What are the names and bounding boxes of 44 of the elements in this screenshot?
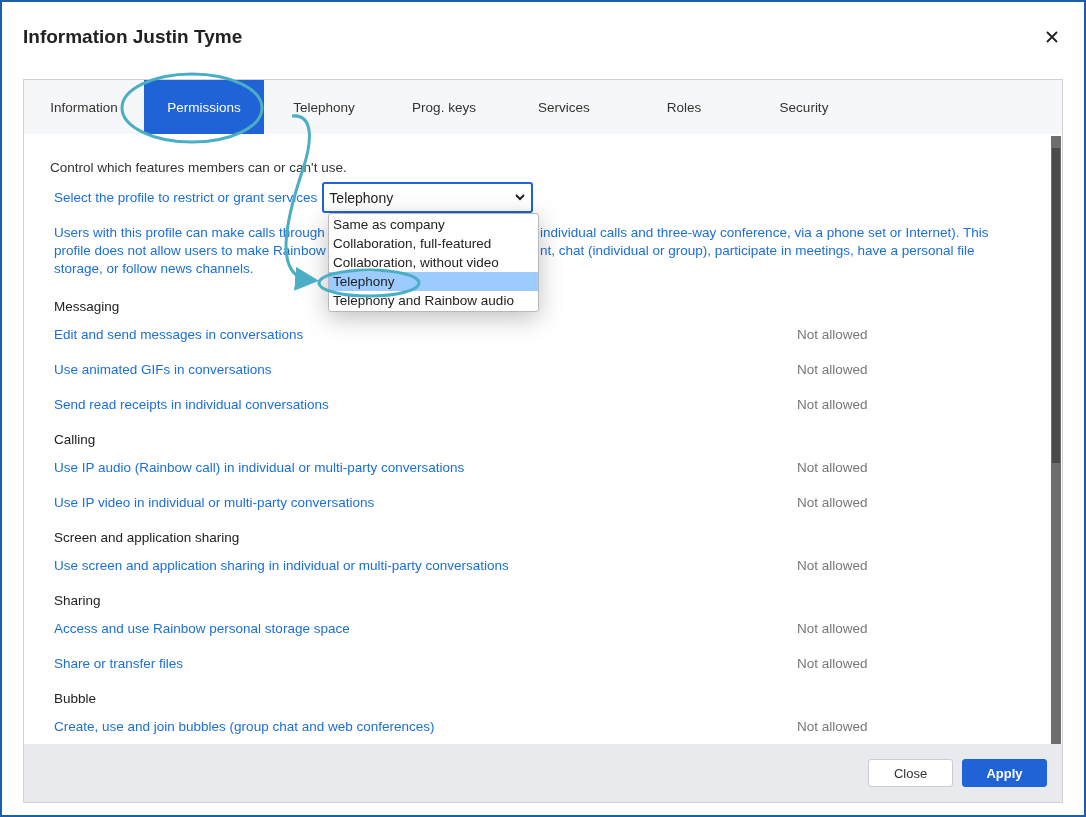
description-text: storage, or follow news channels. [54,260,254,276]
description-text: individual calls and three-way conference, via a phone set or Internet). This [540,224,990,240]
tab[interactable]: Prog. keys [384,80,504,134]
tab[interactable]: Roles [624,80,744,134]
close-button[interactable]: Close [868,759,953,787]
permission-status: Not allowed [797,558,868,573]
permission-status: Not allowed [797,621,868,636]
dropdown-option[interactable]: Telephony and Rainbow audio [329,291,538,310]
permission-status: Not allowed [797,397,868,412]
section-heading: Screen and application sharing [54,529,240,547]
permission-label: Use IP audio (Rainbow call) in individual or multi-party conversations [54,460,466,475]
permission-status: Not allowed [797,460,868,475]
permission-label: Access and use Rainbow personal storage space [54,621,351,636]
permission-status: Not allowed [797,719,868,734]
permission-label: Use animated GIFs in conversations [54,362,273,377]
section-heading: Bubble [54,690,97,708]
permission-label: Edit and send messages in conversations [54,327,305,342]
permission-label: Use IP video in individual or multi-party conversations [54,495,376,510]
dropdown-option[interactable]: Collaboration, without video [329,253,538,272]
dropdown-option[interactable]: Telephony [329,272,538,291]
permission-status: Not allowed [797,656,868,671]
tab[interactable]: Permissions [144,80,264,134]
scrollbar[interactable] [1051,136,1061,744]
tab[interactable]: Security [744,80,864,134]
chevron-down-icon [515,194,526,201]
dialog-title: Information Justin Tyme [23,25,243,48]
dropdown-option[interactable]: Collaboration, full-featured [329,234,538,253]
tab[interactable]: Services [504,80,624,134]
tab[interactable]: Information [24,80,144,134]
permission-label: Create, use and join bubbles (group chat and web conferences) [54,719,436,734]
permission-status: Not allowed [797,362,868,377]
apply-button[interactable]: Apply [962,759,1047,787]
permission-status: Not allowed [797,327,868,342]
section-heading: Messaging [54,298,120,316]
description-text: nt, chat (individual or group), participate in meetings, have a personal file [540,242,976,258]
dropdown-option[interactable]: Same as company [329,215,538,234]
section-heading: Calling [54,431,96,449]
permission-label: Use screen and application sharing in individual or multi-party conversations [54,558,510,573]
permission-label: Share or transfer files [54,656,185,671]
permission-label: Send read receipts in individual conversations [54,397,330,412]
profile-select[interactable]: Telephony [322,182,534,213]
permission-status: Not allowed [797,495,868,510]
section-heading: Sharing [54,592,101,610]
tab[interactable]: Telephony [264,80,384,134]
